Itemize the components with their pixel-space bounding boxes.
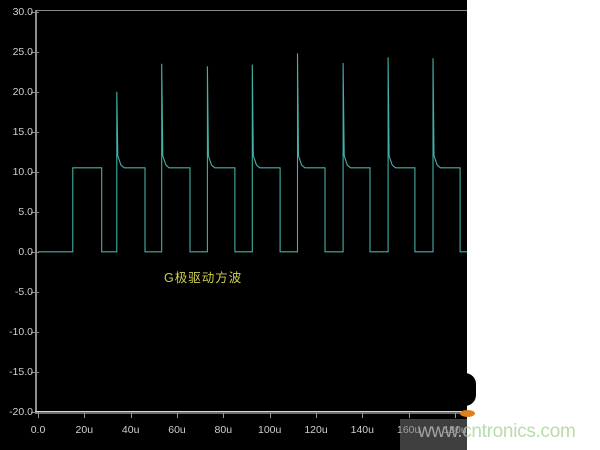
watermark-text: www.cntronics.com — [467, 421, 576, 443]
watermark-layer-dark: www.cntronics.com — [0, 0, 467, 450]
watermark-text: www.cntronics.com — [418, 421, 467, 443]
watermark-layer-light: www.cntronics.com — [467, 0, 600, 450]
